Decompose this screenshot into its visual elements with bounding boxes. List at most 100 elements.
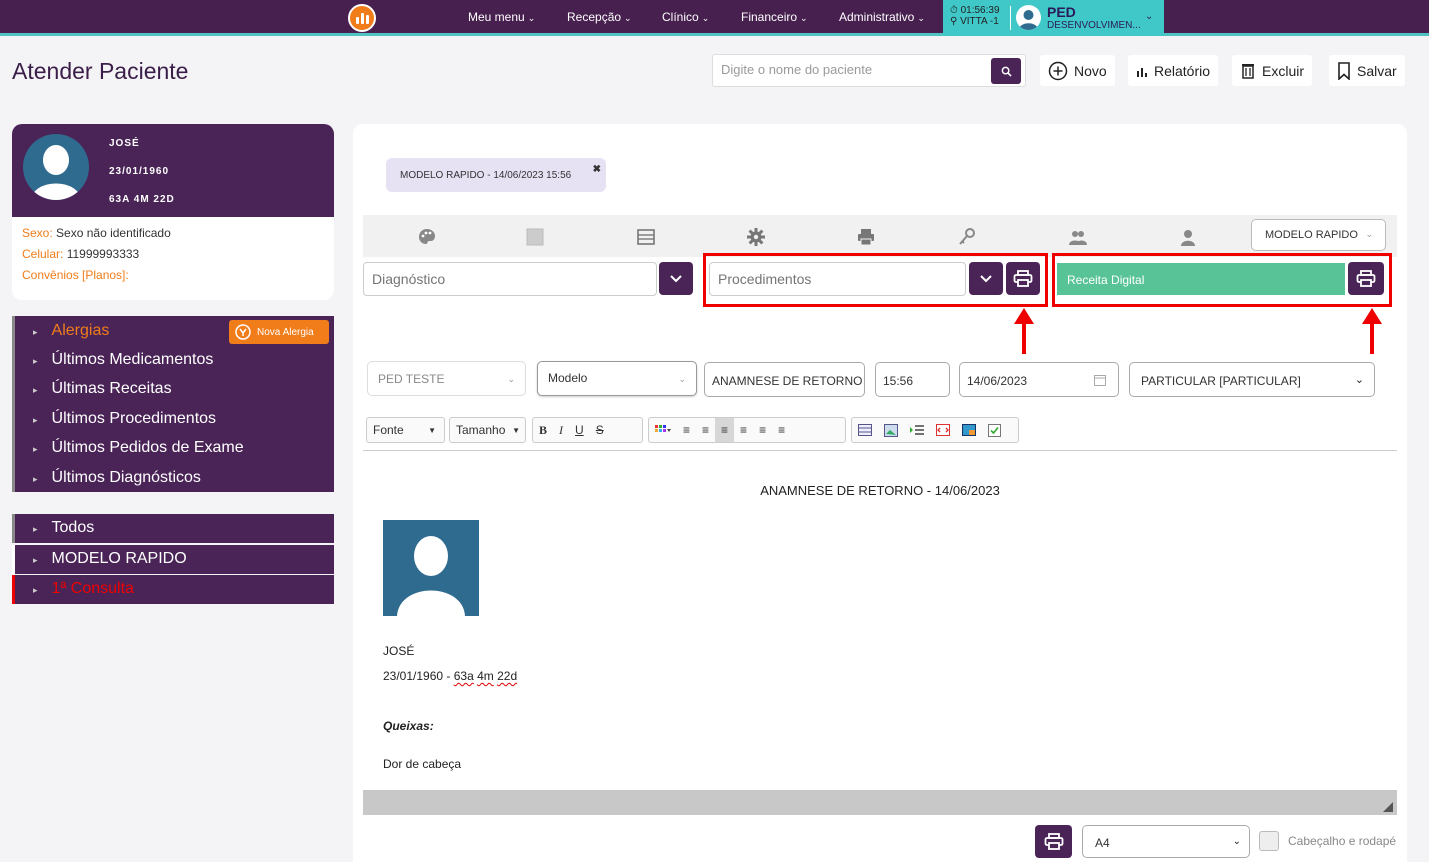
header-footer-label: Cabeçalho e rodapé bbox=[1288, 834, 1397, 848]
chevron-down-icon: ⌄ bbox=[1145, 11, 1154, 22]
relatorio-label: Relatório bbox=[1154, 62, 1211, 79]
nova-alergia-button[interactable]: Nova Alergia bbox=[229, 320, 329, 344]
layout-icon[interactable] bbox=[636, 227, 656, 247]
resize-handle-icon[interactable] bbox=[1383, 802, 1393, 812]
hora-input[interactable]: 15:56 bbox=[875, 362, 950, 397]
align-center-icon[interactable]: ≡ bbox=[734, 418, 753, 442]
close-icon[interactable]: ✖ bbox=[593, 164, 601, 175]
salvar-button[interactable]: Salvar bbox=[1329, 55, 1405, 86]
font-size-dropdown[interactable]: Tamanho ▼ bbox=[449, 417, 526, 443]
annotation-arrow bbox=[1014, 308, 1034, 354]
procedimentos-input[interactable] bbox=[709, 262, 966, 296]
nav-recepcao[interactable]: Recepção ⌄ bbox=[567, 10, 632, 24]
table-icon[interactable] bbox=[852, 418, 878, 442]
nav-clinico[interactable]: Clínico ⌄ bbox=[662, 10, 709, 24]
strikethrough-icon[interactable]: S bbox=[590, 418, 610, 442]
checkbox-icon[interactable] bbox=[982, 418, 1007, 442]
chevron-down-icon: ⌄ bbox=[678, 374, 686, 384]
bar-chart-icon bbox=[1137, 67, 1147, 77]
procedimentos-print-button[interactable] bbox=[1006, 262, 1040, 295]
ordered-list-icon[interactable]: ≡ bbox=[677, 418, 696, 442]
palette-icon[interactable] bbox=[417, 227, 437, 247]
font-family-dropdown[interactable]: Fonte ▼ bbox=[366, 417, 445, 443]
template-icon[interactable] bbox=[956, 418, 982, 442]
chevron-down-icon bbox=[670, 274, 682, 282]
procedimentos-dropdown-button[interactable] bbox=[969, 262, 1003, 295]
caret-right-icon: ▸ bbox=[33, 415, 38, 425]
printer-icon[interactable] bbox=[856, 227, 876, 247]
nav-financeiro[interactable]: Financeiro ⌄ bbox=[741, 10, 808, 24]
bookmark-icon bbox=[1338, 61, 1350, 80]
search-button[interactable] bbox=[991, 58, 1021, 84]
convenio-select[interactable]: PARTICULAR [PARTICULAR] ⌄ bbox=[1129, 362, 1375, 397]
modelo-dropdown[interactable]: MODELO RAPIDO ⌄ bbox=[1251, 219, 1386, 251]
novo-button[interactable]: Novo bbox=[1040, 55, 1115, 86]
celular-label: Celular: bbox=[22, 247, 64, 261]
caret-right-icon: ▸ bbox=[33, 524, 38, 534]
patient-avatar-icon bbox=[23, 134, 89, 200]
history-item-alergias[interactable]: ▸ Alergias bbox=[33, 322, 109, 340]
divider bbox=[1010, 6, 1011, 30]
source-code-icon[interactable] bbox=[930, 418, 956, 442]
section-toolbar bbox=[363, 215, 1397, 257]
tipo-input[interactable]: ANAMNESE DE RETORNO bbox=[704, 362, 865, 397]
relatorio-button[interactable]: Relatório bbox=[1128, 55, 1219, 86]
patient-info: Sexo: Sexo não identificado Celular: 119… bbox=[12, 217, 334, 292]
receita-print-button[interactable] bbox=[1348, 262, 1384, 295]
align-justify-icon[interactable]: ≡ bbox=[772, 418, 791, 442]
model-tab-chip[interactable]: MODELO RAPIDO - 14/06/2023 15:56 ✖ bbox=[386, 158, 606, 192]
receita-digital-button[interactable]: Receita Digital bbox=[1057, 263, 1345, 295]
bold-icon[interactable]: B bbox=[533, 418, 553, 442]
caret-right-icon: ▸ bbox=[33, 444, 38, 454]
user-name: PED bbox=[1047, 4, 1076, 20]
header-footer-checkbox[interactable] bbox=[1259, 831, 1279, 851]
history-item-receitas[interactable]: ▸ Últimas Receitas bbox=[33, 380, 172, 398]
patient-search-input[interactable] bbox=[721, 62, 981, 77]
document-title: ANAMNESE DE RETORNO - 14/06/2023 bbox=[760, 483, 1000, 498]
patient-search bbox=[712, 54, 1026, 87]
caret-down-icon: ▼ bbox=[512, 425, 520, 435]
session-clock: 01:56:39 bbox=[960, 5, 1000, 16]
modelo-select[interactable]: Modelo ⌄ bbox=[537, 361, 697, 396]
italic-icon[interactable]: I bbox=[553, 418, 569, 442]
patient-card: JOSÉ 23/01/1960 63A 4M 22D Sexo: Sexo nã… bbox=[12, 124, 334, 300]
indent-icon[interactable] bbox=[904, 418, 930, 442]
patient-name: JOSÉ bbox=[109, 138, 140, 149]
users-icon[interactable] bbox=[1068, 227, 1088, 247]
user-menu[interactable]: ⏱ 01:56:39 ⚲ VITTA -1 PED DESENVOLVIMEN.… bbox=[943, 0, 1164, 36]
category-todos[interactable]: ▸ Todos bbox=[12, 514, 334, 543]
paper-size-select[interactable]: A4 ⌄ bbox=[1082, 825, 1250, 858]
underline-icon[interactable]: U bbox=[569, 418, 590, 442]
document-editor[interactable]: ANAMNESE DE RETORNO - 14/06/2023 JOSÉ 23… bbox=[363, 452, 1397, 788]
profissional-select[interactable]: PED TESTE ⌄ bbox=[367, 361, 526, 396]
unordered-list-icon[interactable]: ≡ bbox=[696, 418, 715, 442]
paragraph-group: ≡ ≡ ≡ ≡ ≡ ≡ bbox=[648, 417, 846, 443]
align-right-icon[interactable]: ≡ bbox=[753, 418, 772, 442]
image-icon[interactable] bbox=[878, 418, 904, 442]
document-patient-name: JOSÉ bbox=[383, 644, 415, 658]
diagnostico-input[interactable] bbox=[363, 262, 657, 296]
history-item-diagnosticos[interactable]: ▸ Últimos Diagnósticos bbox=[33, 469, 201, 487]
key-icon[interactable] bbox=[957, 227, 977, 247]
category-primeira-consulta[interactable]: ▸ 1ª Consulta bbox=[12, 575, 334, 604]
diagnostico-dropdown-button[interactable] bbox=[659, 262, 693, 295]
nav-meu-menu[interactable]: Meu menu ⌄ bbox=[468, 10, 535, 24]
excluir-button[interactable]: Excluir bbox=[1232, 55, 1313, 86]
category-modelo-rapido[interactable]: ▸ MODELO RAPIDO bbox=[12, 545, 334, 574]
excluir-label: Excluir bbox=[1262, 62, 1305, 79]
history-item-pedidos-exame[interactable]: ▸ Últimos Pedidos de Exame bbox=[33, 439, 244, 457]
nav-administrativo[interactable]: Administrativo ⌄ bbox=[839, 10, 925, 24]
user-icon[interactable] bbox=[1178, 227, 1198, 247]
text-color-icon[interactable] bbox=[649, 418, 677, 442]
align-left-icon[interactable]: ≡ bbox=[715, 418, 735, 442]
data-input[interactable]: 14/06/2023 bbox=[959, 362, 1119, 397]
trash-icon bbox=[1242, 64, 1254, 79]
chevron-down-icon: ⌄ bbox=[507, 374, 515, 384]
gear-icon[interactable] bbox=[746, 227, 766, 247]
square-icon[interactable] bbox=[525, 227, 545, 247]
history-item-procedimentos[interactable]: ▸ Últimos Procedimentos bbox=[33, 410, 216, 428]
print-document-button[interactable] bbox=[1035, 825, 1072, 858]
editor-resize-bar[interactable] bbox=[363, 790, 1397, 815]
history-item-medicamentos[interactable]: ▸ Últimos Medicamentos bbox=[33, 351, 213, 369]
app-logo[interactable] bbox=[348, 4, 376, 32]
